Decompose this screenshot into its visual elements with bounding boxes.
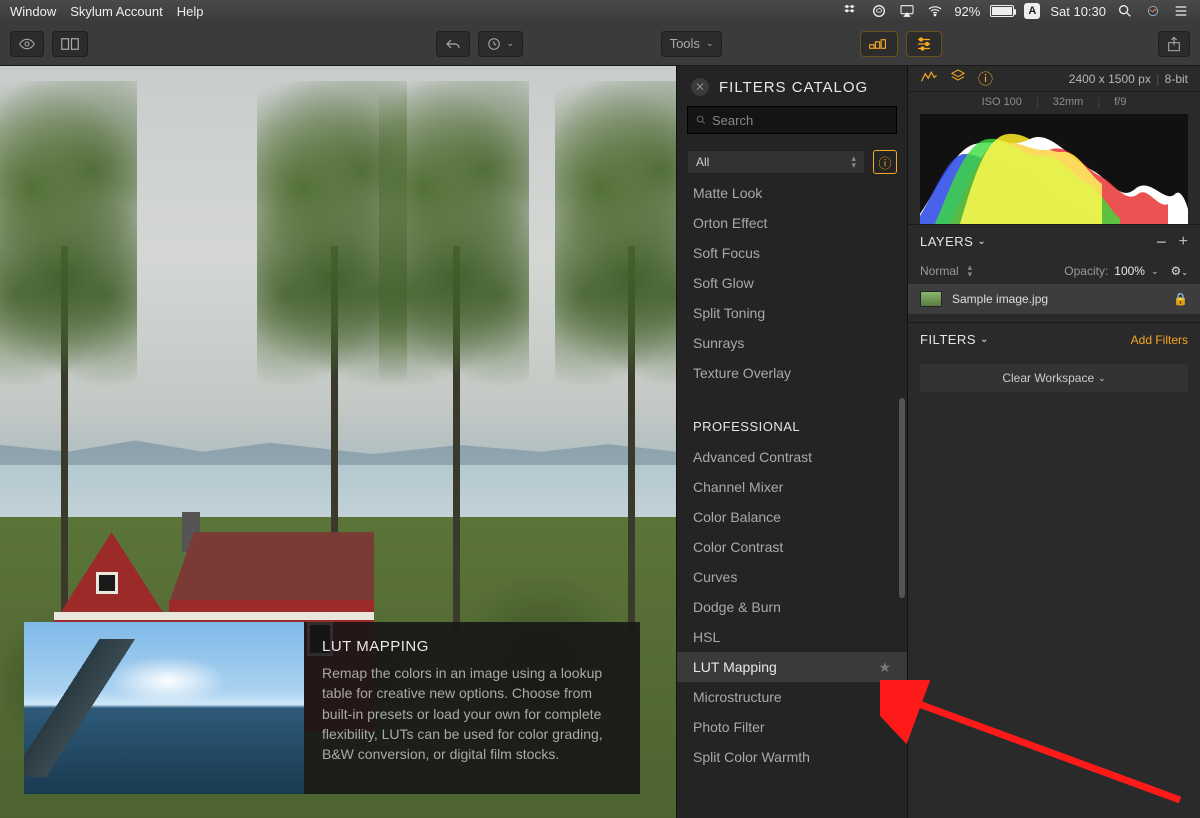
close-catalog-button[interactable]: ✕ <box>691 78 709 96</box>
image-bitdepth: 8-bit <box>1165 72 1188 86</box>
image-dimensions: 2400 x 1500 px <box>1069 72 1151 86</box>
add-layer-button[interactable]: + <box>1179 237 1188 247</box>
spotlight-icon[interactable] <box>1116 2 1134 20</box>
layer-item[interactable]: Sample image.jpg 🔒 <box>908 284 1200 314</box>
quick-preview-button[interactable] <box>10 31 44 57</box>
filter-item-dodge-burn[interactable]: Dodge & Burn <box>677 592 907 622</box>
wifi-icon[interactable] <box>926 2 944 20</box>
filter-item-photo-filter[interactable]: Photo Filter <box>677 712 907 742</box>
presets-panel-button[interactable] <box>860 31 898 57</box>
battery-percent: 92% <box>954 4 980 19</box>
menubar-clock: Sat 10:30 <box>1050 4 1106 19</box>
opacity-value[interactable]: 100% <box>1114 264 1145 278</box>
layers-tab-icon[interactable] <box>950 68 966 89</box>
filter-item-orton-effect[interactable]: Orton Effect <box>677 208 907 238</box>
lock-icon[interactable]: 🔒 <box>1173 292 1188 306</box>
blend-mode-select[interactable]: Normal▴▾ <box>920 264 972 278</box>
remove-layer-button[interactable]: − <box>1156 237 1167 247</box>
share-button[interactable] <box>1158 31 1190 57</box>
filter-item-soft-glow[interactable]: Soft Glow <box>677 268 907 298</box>
battery-icon[interactable] <box>990 5 1014 17</box>
catalog-info-toggle[interactable]: ⓘ <box>873 150 897 174</box>
layers-panel-header[interactable]: LAYERS ⌄ − + <box>908 224 1200 258</box>
compare-view-button[interactable] <box>52 31 88 57</box>
catalog-search[interactable] <box>687 106 897 134</box>
tools-dropdown[interactable]: Tools⌄ <box>661 31 723 57</box>
meta-focal: 32mm <box>1053 96 1084 108</box>
filter-item-microstructure[interactable]: Microstructure <box>677 682 907 712</box>
menu-skylum-account[interactable]: Skylum Account <box>70 4 163 19</box>
layer-thumbnail <box>920 291 942 307</box>
catalog-category-select[interactable]: All ▴▾ <box>687 150 865 174</box>
siri-icon[interactable] <box>1144 2 1162 20</box>
meta-iso: ISO 100 <box>982 96 1022 108</box>
filter-item-matte-look[interactable]: Matte Look <box>677 178 907 208</box>
filter-item-split-toning[interactable]: Split Toning <box>677 298 907 328</box>
tooltip-thumbnail <box>24 622 304 794</box>
input-source-indicator[interactable]: A <box>1024 3 1040 19</box>
filter-item-color-contrast[interactable]: Color Contrast <box>677 532 907 562</box>
filter-item-lut-mapping[interactable]: LUT Mapping★ <box>677 652 907 682</box>
filter-item-hsl[interactable]: HSL <box>677 622 907 652</box>
tooltip-title: LUT MAPPING <box>322 638 622 655</box>
layer-name: Sample image.jpg <box>952 292 1048 306</box>
opacity-label: Opacity: <box>1064 264 1108 278</box>
notification-center-icon[interactable] <box>1172 2 1190 20</box>
histogram-tab-icon[interactable] <box>920 69 938 88</box>
filter-item-soft-focus[interactable]: Soft Focus <box>677 238 907 268</box>
dropbox-icon[interactable] <box>842 2 860 20</box>
undo-button[interactable] <box>436 31 470 57</box>
catalog-title: FILTERS CATALOG <box>719 79 868 96</box>
info-tab-icon[interactable]: ⓘ <box>978 68 993 89</box>
menu-help[interactable]: Help <box>177 4 204 19</box>
right-panel: ⓘ 2400 x 1500 px | 8-bit ISO 100| 32mm| … <box>908 66 1200 818</box>
filter-item-channel-mixer[interactable]: Channel Mixer <box>677 472 907 502</box>
layer-settings-icon[interactable]: ⚙︎⌄ <box>1171 264 1188 278</box>
filter-item-texture-overlay[interactable]: Texture Overlay <box>677 358 907 388</box>
tooltip-body: Remap the colors in an image using a loo… <box>322 663 622 764</box>
catalog-section-professional: PROFESSIONAL <box>677 410 907 442</box>
menu-window[interactable]: Window <box>10 4 56 19</box>
airplay-icon[interactable] <box>898 2 916 20</box>
filter-item-split-color-warmth[interactable]: Split Color Warmth <box>677 742 907 772</box>
history-button[interactable]: ⌄ <box>478 31 524 57</box>
creative-cloud-icon[interactable] <box>870 2 888 20</box>
filters-panel-header[interactable]: FILTERS ⌄ Add Filters <box>908 322 1200 356</box>
side-panel-button[interactable] <box>906 31 942 57</box>
filter-item-color-balance[interactable]: Color Balance <box>677 502 907 532</box>
filter-item-sunrays[interactable]: Sunrays <box>677 328 907 358</box>
favorite-star-icon[interactable]: ★ <box>878 659 891 676</box>
macos-menubar: Window Skylum Account Help 92% A Sat 10:… <box>0 0 1200 22</box>
meta-aperture: f/9 <box>1114 96 1126 108</box>
filter-item-advanced-contrast[interactable]: Advanced Contrast <box>677 442 907 472</box>
filters-catalog-panel: ✕ FILTERS CATALOG All ▴▾ ⓘ Matte LookOrt… <box>676 66 908 818</box>
histogram[interactable] <box>920 114 1188 224</box>
search-icon <box>696 114 706 126</box>
filter-item-curves[interactable]: Curves <box>677 562 907 592</box>
catalog-search-input[interactable] <box>712 113 888 128</box>
add-filters-button[interactable]: Add Filters <box>1131 333 1188 347</box>
clear-workspace-button[interactable]: Clear Workspace⌄ <box>920 364 1188 392</box>
image-canvas[interactable]: LUT MAPPING Remap the colors in an image… <box>0 66 676 818</box>
app-toolbar: ⌄ Tools⌄ <box>0 22 1200 66</box>
filter-tooltip: LUT MAPPING Remap the colors in an image… <box>24 622 640 794</box>
catalog-scrollbar[interactable] <box>899 178 905 818</box>
